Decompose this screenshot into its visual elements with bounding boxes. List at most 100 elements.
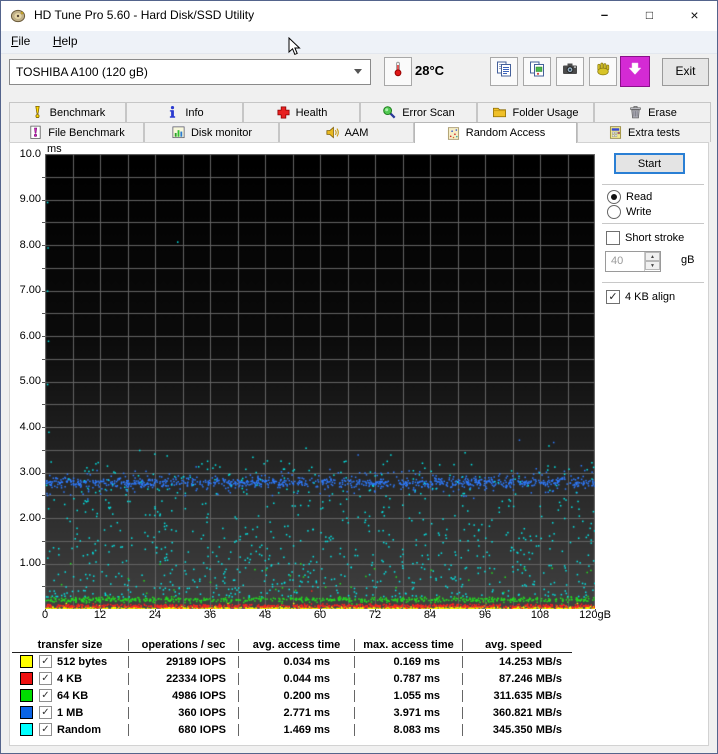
table-row: ✓ Random 680 IOPS 1.469 ms 8.083 ms 345.3… bbox=[12, 721, 572, 738]
x-axis-tick bbox=[100, 609, 101, 612]
radio-selected-icon bbox=[607, 190, 621, 204]
x-axis-tick bbox=[485, 609, 486, 612]
series-checkbox[interactable]: ✓ bbox=[39, 655, 52, 668]
maximize-button[interactable]: □ bbox=[627, 1, 672, 31]
drive-selector-value: TOSHIBA A100 (120 gB) bbox=[16, 65, 148, 79]
tab-label: Random Access bbox=[465, 127, 546, 139]
max-access-value: 8.083 ms bbox=[354, 723, 462, 736]
info-icon bbox=[165, 105, 180, 120]
x-axis-tick bbox=[430, 609, 431, 612]
screenshot-button[interactable] bbox=[556, 57, 584, 86]
window-title: HD Tune Pro 5.60 - Hard Disk/SSD Utility bbox=[34, 8, 255, 22]
folder-icon bbox=[492, 105, 507, 120]
avg-speed-value: 311.635 MB/s bbox=[462, 689, 564, 702]
series-color-swatch bbox=[20, 655, 33, 668]
avg-access-value: 0.200 ms bbox=[238, 689, 354, 702]
series-checkbox[interactable]: ✓ bbox=[39, 706, 52, 719]
tab-error-scan[interactable]: Error Scan bbox=[360, 102, 477, 122]
read-radio[interactable]: Read bbox=[607, 190, 652, 204]
y-axis-tick-label: 5.00 bbox=[19, 375, 41, 387]
short-stroke-size-input[interactable]: 40 ▲ ▼ bbox=[605, 251, 661, 272]
tab-folder-usage[interactable]: Folder Usage bbox=[477, 102, 594, 122]
tab-label: Extra tests bbox=[628, 126, 680, 139]
start-button[interactable]: Start bbox=[614, 153, 685, 174]
tab-erase[interactable]: Erase bbox=[594, 102, 711, 122]
avg-access-value: 0.034 ms bbox=[238, 655, 354, 668]
temperature-button[interactable] bbox=[384, 57, 412, 86]
tab-label: Erase bbox=[648, 106, 677, 119]
y-axis-tick bbox=[42, 336, 45, 337]
spin-down-icon: ▼ bbox=[650, 263, 655, 269]
tab-extra-tests[interactable]: Extra tests bbox=[577, 122, 711, 142]
write-radio[interactable]: Write bbox=[607, 205, 651, 219]
separator bbox=[602, 282, 704, 284]
tab-random-access[interactable]: Random Access bbox=[414, 122, 577, 143]
series-checkbox[interactable]: ✓ bbox=[39, 723, 52, 736]
spin-up-icon: ▲ bbox=[650, 254, 655, 260]
x-axis-tick bbox=[155, 609, 156, 612]
access-time-scatter-chart bbox=[45, 154, 595, 609]
short-stroke-label: Short stroke bbox=[625, 232, 685, 244]
short-stroke-checkbox[interactable]: Short stroke bbox=[606, 231, 684, 245]
series-color-swatch bbox=[20, 706, 33, 719]
series-label: 1 MB bbox=[57, 706, 84, 719]
tab-info[interactable]: Info bbox=[126, 102, 243, 122]
y-axis-tick bbox=[42, 382, 45, 383]
y-axis-tick bbox=[42, 586, 45, 587]
column-header: avg. speed bbox=[462, 638, 564, 651]
y-axis-tick bbox=[42, 450, 45, 451]
file-benchmark-icon bbox=[28, 125, 43, 140]
y-axis-tick bbox=[42, 359, 45, 360]
error-scan-icon bbox=[382, 105, 397, 120]
read-label: Read bbox=[626, 191, 653, 203]
save-results-button[interactable] bbox=[620, 56, 650, 87]
erase-icon bbox=[628, 105, 643, 120]
toolbar: TOSHIBA A100 (120 gB) 28°C Exit bbox=[1, 54, 717, 96]
avg-speed-value: 360.821 MB/s bbox=[462, 706, 564, 719]
y-axis-tick-label: 9.00 bbox=[19, 193, 41, 205]
titlebar: HD Tune Pro 5.60 - Hard Disk/SSD Utility… bbox=[1, 1, 717, 31]
y-axis-tick bbox=[42, 564, 45, 565]
spin-up-button[interactable]: ▲ bbox=[645, 252, 660, 261]
minimize-button[interactable]: – bbox=[582, 1, 627, 31]
tab-disk-monitor[interactable]: Disk monitor bbox=[144, 122, 279, 142]
x-axis-tick bbox=[540, 609, 541, 612]
copy-text-button[interactable] bbox=[490, 57, 518, 86]
x-axis-tick bbox=[45, 609, 46, 612]
series-checkbox[interactable]: ✓ bbox=[39, 689, 52, 702]
radio-unselected-icon bbox=[607, 205, 621, 219]
temperature-value: 28°C bbox=[415, 63, 445, 78]
ops-value: 29189 IOPS bbox=[128, 655, 238, 668]
close-icon: × bbox=[690, 7, 699, 23]
align-checkbox[interactable]: ✓ 4 KB align bbox=[606, 290, 675, 304]
tab-benchmark[interactable]: Benchmark bbox=[9, 102, 126, 122]
exit-button[interactable]: Exit bbox=[662, 58, 709, 86]
menu-file[interactable]: File bbox=[3, 31, 38, 48]
max-access-value: 1.055 ms bbox=[354, 689, 462, 702]
close-button[interactable]: × bbox=[672, 1, 717, 31]
checkbox-unchecked-icon bbox=[606, 231, 620, 245]
avg-access-value: 0.044 ms bbox=[238, 672, 354, 685]
minimize-icon: – bbox=[600, 7, 609, 22]
tab-label: Error Scan bbox=[402, 106, 455, 119]
menu-help[interactable]: Help bbox=[45, 31, 86, 48]
x-axis-tick bbox=[595, 609, 596, 612]
avg-access-value: 1.469 ms bbox=[238, 723, 354, 736]
tab-file-benchmark[interactable]: File Benchmark bbox=[9, 122, 144, 142]
series-checkbox[interactable]: ✓ bbox=[39, 672, 52, 685]
copy-text-icon bbox=[496, 61, 512, 82]
tab-aam[interactable]: AAM bbox=[279, 122, 414, 142]
donate-button[interactable] bbox=[589, 57, 617, 86]
spin-down-button[interactable]: ▼ bbox=[645, 261, 660, 270]
align-label: 4 KB align bbox=[625, 291, 676, 303]
exit-label: Exit bbox=[675, 64, 696, 78]
y-axis-tick bbox=[42, 541, 45, 542]
column-header: max. access time bbox=[354, 638, 462, 651]
drive-selector[interactable]: TOSHIBA A100 (120 gB) bbox=[9, 59, 371, 85]
copy-image-button[interactable] bbox=[523, 57, 551, 86]
tab-health[interactable]: Health bbox=[243, 102, 360, 122]
y-axis-tick-label: 10.0 bbox=[19, 147, 41, 160]
y-axis-tick bbox=[42, 200, 45, 201]
y-axis-tick-label: 6.00 bbox=[19, 329, 41, 342]
random-access-icon bbox=[446, 126, 461, 141]
